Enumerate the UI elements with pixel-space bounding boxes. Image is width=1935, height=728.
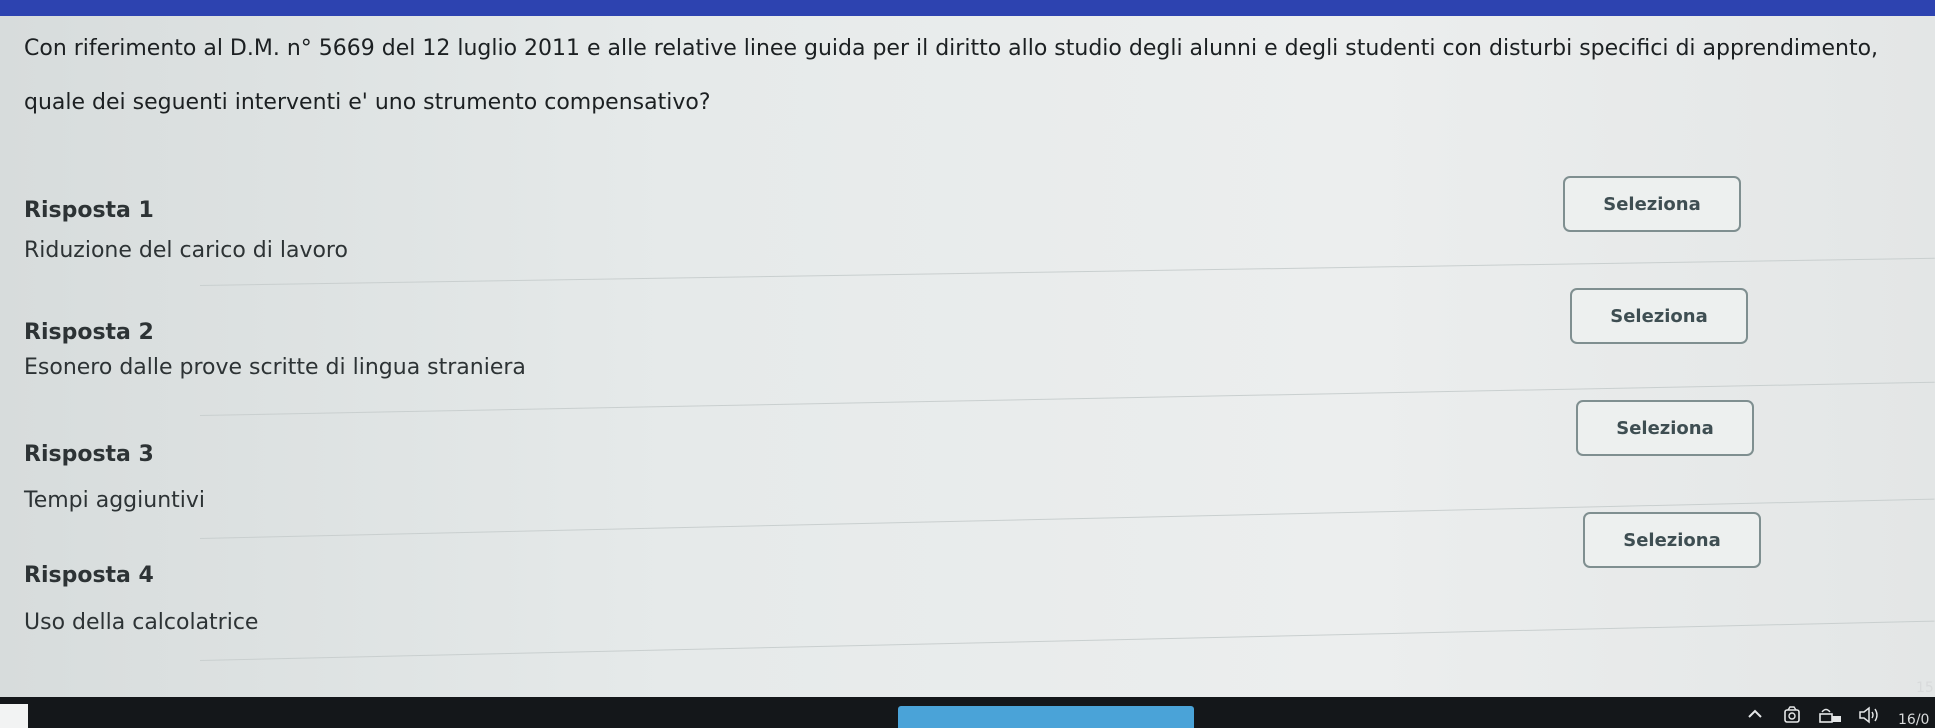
answer-4-text: Uso della calcolatrice [24, 610, 259, 635]
camera-icon[interactable] [1782, 704, 1804, 728]
network-icon[interactable] [1818, 704, 1844, 728]
volume-icon[interactable] [1857, 704, 1881, 728]
answer-4-label: Risposta 4 [24, 563, 154, 588]
answer-1-divider [199, 257, 1935, 286]
answer-2-text: Esonero dalle prove scritte di lingua st… [24, 355, 526, 380]
clock-time[interactable]: 15 [1916, 680, 1934, 696]
answer-2-label: Risposta 2 [24, 320, 154, 345]
clock-date[interactable]: 16/0 [1898, 712, 1929, 728]
chevron-up-icon[interactable] [1745, 704, 1765, 728]
quiz-page: Con riferimento al D.M. n° 5669 del 12 l… [0, 0, 1935, 728]
answer-3-text: Tempi aggiuntivi [24, 488, 206, 513]
taskbar-left-edge [0, 704, 28, 728]
answer-3-select-button[interactable]: Seleziona [1576, 400, 1754, 456]
answer-4-select-button[interactable]: Seleziona [1583, 512, 1761, 568]
answer-3-label: Risposta 3 [24, 442, 154, 467]
active-task-indicator[interactable] [898, 706, 1194, 728]
answer-1-select-button[interactable]: Seleziona [1563, 176, 1741, 232]
answer-1-text: Riduzione del carico di lavoro [24, 238, 348, 263]
answer-2-select-button[interactable]: Seleziona [1570, 288, 1748, 344]
question-text: Con riferimento al D.M. n° 5669 del 12 l… [24, 36, 1879, 115]
answer-4-divider [199, 620, 1935, 661]
top-bar [0, 0, 1935, 16]
answer-1-label: Risposta 1 [24, 198, 154, 223]
